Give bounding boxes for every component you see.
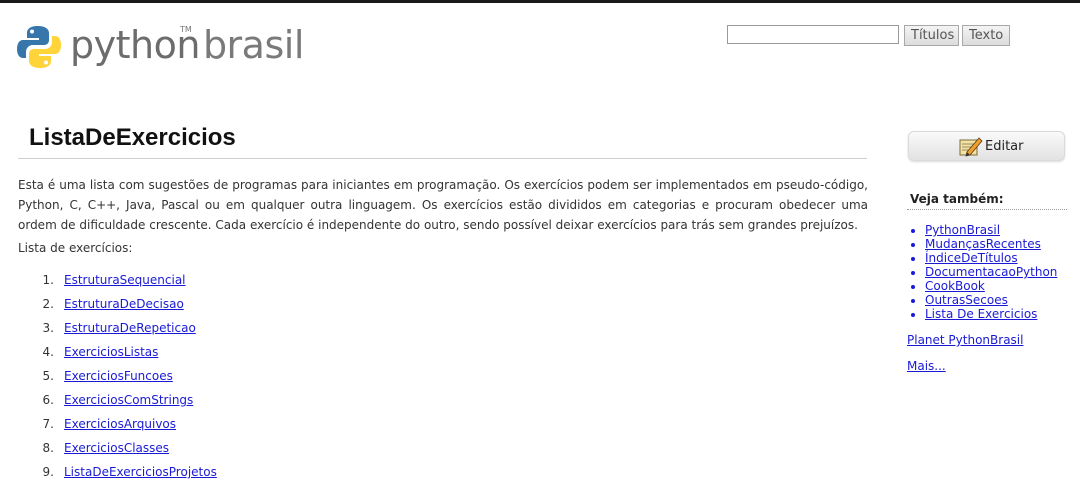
list-item-number: 1.: [42, 273, 54, 287]
list-item: 3. EstruturaDeRepeticao: [18, 316, 217, 340]
see-also-divider: [907, 209, 1067, 210]
list-item: 8. ExerciciosClasses: [18, 436, 217, 460]
list-item: 1. EstruturaSequencial: [18, 268, 217, 292]
edit-button[interactable]: Editar: [908, 131, 1065, 161]
exercise-link[interactable]: ExerciciosFuncoes: [64, 369, 173, 383]
see-also-link[interactable]: CookBook: [925, 279, 985, 293]
exercise-link[interactable]: EstruturaDeDecisao: [64, 297, 184, 311]
edit-pencil-icon: [959, 137, 983, 157]
list-item: 5. ExerciciosFuncoes: [18, 364, 217, 388]
list-item: 7. ExerciciosArquivos: [18, 412, 217, 436]
intro-paragraph: Esta é uma lista com sugestões de progra…: [18, 178, 868, 232]
list-item-number: 2.: [42, 297, 54, 311]
list-item-number: 9.: [42, 465, 54, 479]
list-item: PythonBrasil: [925, 223, 1057, 237]
see-also-link[interactable]: DocumentacaoPython: [925, 265, 1057, 279]
list-item: 9. ListaDeExerciciosProjetos: [18, 460, 217, 484]
planet-pythonbrasil-link[interactable]: Planet PythonBrasil: [907, 333, 1023, 347]
exercise-link[interactable]: ExerciciosArquivos: [64, 417, 176, 431]
exercise-link[interactable]: ExerciciosComStrings: [64, 393, 193, 407]
list-item-number: 4.: [42, 345, 54, 359]
logo-wordmark: python TM brasil: [70, 23, 304, 67]
see-also-link[interactable]: Lista De Exercicios: [925, 307, 1037, 321]
logo-trademark: TM: [180, 25, 192, 34]
exercise-list: 1. EstruturaSequencial 2. EstruturaDeDecis…: [18, 268, 217, 484]
search-input[interactable]: [727, 25, 899, 44]
see-also-link[interactable]: ÍndiceDeTítulos: [925, 251, 1018, 265]
see-also-list: PythonBrasil MudançasRecentes ÍndiceDeTí…: [925, 223, 1057, 321]
edit-button-label: Editar: [985, 139, 1024, 154]
list-item-number: 6.: [42, 393, 54, 407]
exercise-link[interactable]: EstruturaSequencial: [64, 273, 186, 287]
list-item: 2. EstruturaDeDecisao: [18, 292, 217, 316]
search-text-button[interactable]: Texto: [962, 25, 1010, 46]
exercise-link[interactable]: ListaDeExerciciosProjetos: [64, 465, 217, 479]
exercise-list-heading: Lista de exercícios:: [18, 241, 133, 255]
list-item-number: 3.: [42, 321, 54, 335]
list-item: ÍndiceDeTítulos: [925, 251, 1057, 265]
list-item-number: 8.: [42, 441, 54, 455]
exercise-link[interactable]: ExerciciosListas: [64, 345, 158, 359]
list-item-number: 7.: [42, 417, 54, 431]
logo-word-brasil: brasil: [202, 23, 304, 67]
python-logo-icon: [17, 26, 61, 68]
list-item: OutrasSecoes: [925, 293, 1057, 307]
list-item: 6. ExerciciosComStrings: [18, 388, 217, 412]
exercise-link[interactable]: ExerciciosClasses: [64, 441, 169, 455]
title-divider: [18, 158, 867, 159]
exercise-link[interactable]: EstruturaDeRepeticao: [64, 321, 196, 335]
list-item: 4. ExerciciosListas: [18, 340, 217, 364]
list-item: MudançasRecentes: [925, 237, 1057, 251]
top-border: [0, 0, 1080, 3]
list-item: DocumentacaoPython: [925, 265, 1057, 279]
list-item: Lista De Exercicios: [925, 307, 1057, 321]
see-also-link[interactable]: OutrasSecoes: [925, 293, 1008, 307]
list-item: CookBook: [925, 279, 1057, 293]
search-titles-button[interactable]: Títulos: [904, 25, 959, 46]
see-also-link[interactable]: MudançasRecentes: [925, 237, 1041, 251]
more-link[interactable]: Mais...: [907, 359, 946, 373]
page-title: ListaDeExercicios: [29, 124, 236, 151]
see-also-link[interactable]: PythonBrasil: [925, 223, 1000, 237]
list-item-number: 5.: [42, 369, 54, 383]
see-also-heading: Veja também:: [910, 192, 1004, 206]
